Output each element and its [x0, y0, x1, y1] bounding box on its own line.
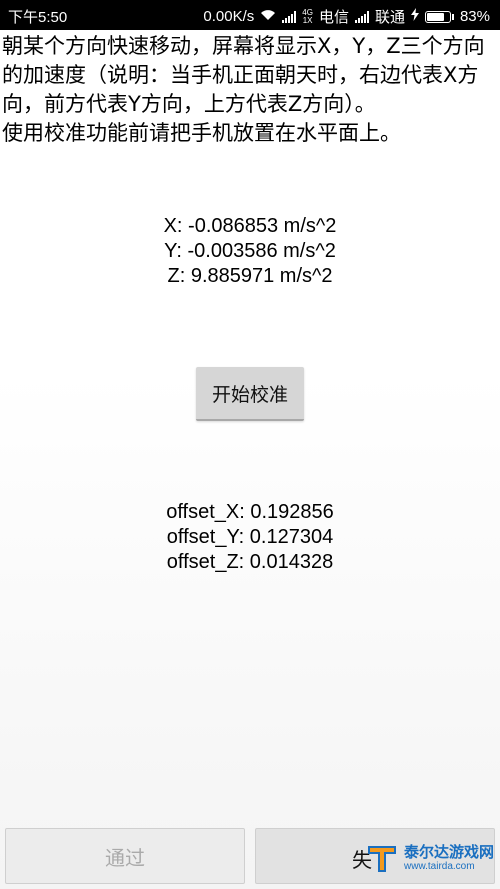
instructions-line: 向，前方代表Y方向，上方代表Z方向）。 [2, 92, 376, 116]
battery-icon [424, 10, 454, 23]
main-content: 朝某个方向快速移动，屏幕将显示X，Y，Z三个方向 的加速度（说明：当手机正面朝天… [0, 30, 500, 889]
wifi-icon [260, 8, 276, 25]
carrier-2: 联通 [374, 9, 405, 26]
network-speed: 0.00K/s [203, 8, 255, 25]
instructions-line: 使用校准功能前请把手机放置在水平面上。 [2, 121, 401, 145]
accel-x: X: -0.086853 m/s^2 [163, 215, 337, 237]
charging-icon [410, 8, 419, 25]
instructions-text: 朝某个方向快速移动，屏幕将显示X，Y，Z三个方向 的加速度（说明：当手机正面朝天… [2, 32, 498, 148]
offset-readout: offset_X: 0.192856 offset_Y: 0.127304 of… [0, 500, 500, 575]
start-calibration-button[interactable]: 开始校准 [196, 367, 304, 421]
instructions-line: 朝某个方向快速移动，屏幕将显示X，Y，Z三个方向 [2, 34, 485, 58]
acceleration-readout: X: -0.086853 m/s^2 Y: -0.003586 m/s^2 Z:… [0, 214, 500, 289]
signal-icon-1 [282, 10, 297, 23]
accel-z: Z: 9.885971 m/s^2 [167, 265, 333, 287]
offset-x: offset_X: 0.192856 [166, 501, 334, 523]
network-type: 4G 1X [302, 8, 313, 25]
fail-button[interactable]: 失 [255, 828, 495, 884]
offset-z: offset_Z: 0.014328 [166, 551, 334, 573]
signal-icon-2 [354, 10, 369, 23]
accel-y: Y: -0.003586 m/s^2 [164, 240, 336, 262]
offset-y: offset_Y: 0.127304 [166, 526, 334, 548]
pass-button[interactable]: 通过 [5, 828, 245, 884]
carrier-1: 电信 [318, 9, 349, 26]
status-time: 下午5:50 [8, 9, 68, 26]
status-icons: 0.00K/s 4G 1X 电信 联通 83% [203, 6, 490, 27]
instructions-line: 的加速度（说明：当手机正面朝天时，右边代表X方 [2, 63, 479, 87]
fail-button-label: 失 [352, 848, 372, 872]
battery-percent: 83% [459, 8, 490, 25]
status-bar: 下午5:50 0.00K/s 4G 1X 电信 联通 83% [0, 0, 500, 30]
network-type-bottom: 1X [302, 15, 313, 25]
